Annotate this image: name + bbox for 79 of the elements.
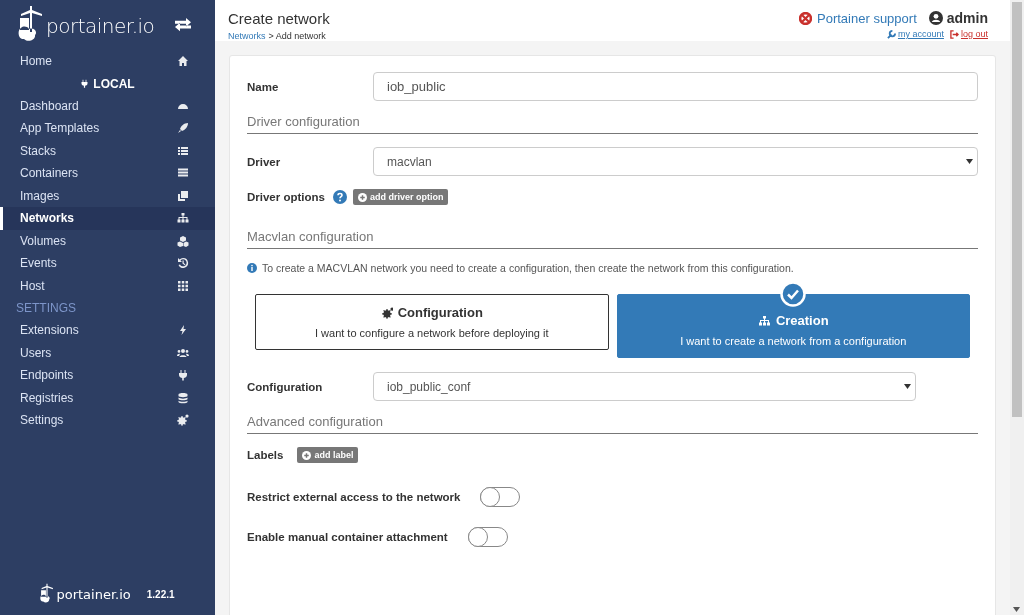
add-label-button[interactable]: add label: [297, 447, 359, 463]
my-account-link[interactable]: my account: [886, 29, 944, 39]
sidebar-item[interactable]: Dashboard: [0, 94, 215, 117]
sidebar-item[interactable]: Stacks: [0, 139, 215, 162]
info-text: To create a MACVLAN network you need to create a configuration, then create the network from this configuration.: [262, 262, 794, 274]
plus-circle-icon: [357, 192, 367, 202]
sidebar-item[interactable]: Endpoints: [0, 364, 215, 387]
users-icon: [177, 346, 189, 359]
sidebar-item[interactable]: Users: [0, 341, 215, 364]
sidebar-item[interactable]: Settings: [0, 409, 215, 432]
page-title: Create network: [228, 10, 330, 27]
field-label: Labels: [247, 449, 284, 461]
sidebar-item[interactable]: Home: [0, 50, 215, 73]
caret-icon: [966, 159, 973, 164]
bolt-icon: [177, 324, 189, 337]
option-card[interactable]: Configuration I want to configure a network before deploying it: [255, 294, 609, 350]
field-label: Configuration: [247, 380, 324, 393]
breadcrumb-link[interactable]: Networks: [228, 31, 266, 41]
scroll-down-arrow-icon[interactable]: [1013, 607, 1020, 612]
check-circle-icon: [780, 281, 807, 307]
section-title: Macvlan configuration: [247, 229, 978, 249]
sitemap-icon: [757, 314, 771, 327]
grid-icon: [177, 279, 189, 292]
toggle-label: Enable manual container attachment: [247, 531, 448, 543]
sidebar-item[interactable]: App Templates: [0, 117, 215, 140]
caret-icon: [904, 384, 911, 389]
scrollbar[interactable]: [1010, 0, 1024, 615]
sidebar-item[interactable]: Volumes: [0, 229, 215, 252]
section-title: Driver configuration: [247, 114, 978, 134]
home-icon: [177, 55, 189, 68]
option-description: I want to configure a network before deploying it: [314, 327, 549, 339]
swap-arrows-icon[interactable]: [175, 18, 191, 32]
field-label: Name: [247, 80, 280, 93]
support-link[interactable]: Portainer support: [799, 10, 917, 26]
info-icon: [247, 263, 257, 273]
log-out-link[interactable]: log out: [949, 29, 988, 39]
user-icon: [928, 11, 943, 25]
version-text: 1.22.1: [146, 588, 175, 600]
toggle-switch[interactable]: [480, 487, 521, 507]
driver-select[interactable]: macvlan: [373, 147, 978, 176]
bars-icon: [177, 167, 189, 180]
logo-text: portainer.io: [46, 16, 155, 40]
sidebar-item[interactable]: Registries: [0, 386, 215, 409]
sidebar-item[interactable]: Extensions: [0, 319, 215, 342]
sidebar-item[interactable]: Images: [0, 184, 215, 207]
endpoint-name: LOCAL: [93, 76, 135, 91]
sitemap-icon: [177, 212, 189, 225]
configuration-select[interactable]: iob_public_conf: [373, 372, 916, 401]
plus-circle-icon: [302, 450, 312, 460]
sidebar-item[interactable]: Host: [0, 274, 215, 297]
option-description: I want to create a network from a configuration: [680, 335, 907, 347]
footer-logo-text: portainer.io: [56, 586, 131, 602]
plug-icon: [177, 369, 189, 382]
list-icon: [177, 144, 189, 157]
sidebar-section-title: SETTINGS: [15, 300, 77, 317]
toggle-label: Restrict external access to the network: [247, 491, 461, 503]
history-icon: [177, 257, 189, 270]
crane-logo-icon: [40, 583, 55, 605]
sidebar-item[interactable]: Events: [0, 252, 215, 275]
field-label: Driver options: [247, 191, 325, 203]
copy-icon: [177, 189, 189, 202]
sidebar-item[interactable]: Networks: [0, 207, 215, 230]
option-title: Creation: [757, 313, 829, 328]
option-title: Configuration: [380, 305, 483, 320]
username: admin: [928, 10, 988, 26]
option-card[interactable]: Creation I want to create a network from a configuration: [616, 294, 970, 358]
help-icon: [332, 190, 347, 204]
sidebar-item[interactable]: Containers: [0, 162, 215, 185]
toggle-switch[interactable]: [467, 527, 508, 547]
logout-icon: [949, 29, 959, 39]
name-input-field[interactable]: iob_public: [373, 72, 978, 101]
section-title: Advanced configuration: [247, 414, 978, 434]
add-driver-option-button[interactable]: add driver option: [352, 189, 449, 205]
crane-logo-icon: [18, 6, 44, 44]
breadcrumb-current: > Add network: [268, 31, 326, 41]
wrench-icon: [886, 29, 896, 39]
field-label: Driver: [247, 155, 282, 168]
database-icon: [177, 391, 189, 404]
cubes-icon: [177, 234, 189, 247]
